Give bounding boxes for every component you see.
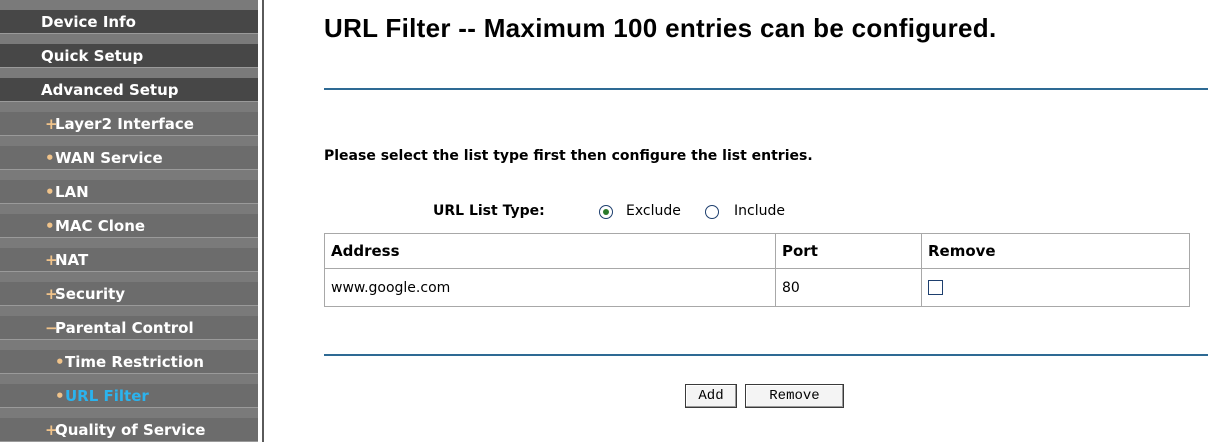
sidebar-item-label: Device Info xyxy=(41,13,136,31)
sidebar-item-layer2-interface[interactable]: +Layer2 Interface xyxy=(0,112,258,136)
remove-cell xyxy=(921,268,1190,307)
section-divider xyxy=(324,354,1208,356)
include-radio-label[interactable]: Include xyxy=(734,203,785,219)
url-filter-table: Address Port Remove www.google.com 80 xyxy=(324,233,1190,307)
sidebar-item-device-info[interactable]: Device Info xyxy=(0,10,258,34)
remove-checkbox[interactable] xyxy=(928,280,943,295)
page-title: URL Filter -- Maximum 100 entries can be… xyxy=(324,13,997,43)
sidebar-item-mac-clone[interactable]: •MAC Clone xyxy=(0,214,258,238)
sidebar-item-parental-control[interactable]: −Parental Control xyxy=(0,316,258,340)
exclude-radio-label[interactable]: Exclude xyxy=(626,203,681,219)
sidebar-item-url-filter[interactable]: •URL Filter xyxy=(0,384,258,408)
port-cell: 80 xyxy=(775,268,922,307)
collapse-minus-icon: − xyxy=(45,319,58,337)
sidebar-item-label: Time Restriction xyxy=(65,353,204,371)
column-header-address: Address xyxy=(324,233,776,269)
address-cell: www.google.com xyxy=(324,268,776,307)
sidebar-item-nat[interactable]: +NAT xyxy=(0,248,258,272)
bullet-icon: • xyxy=(55,387,65,405)
sidebar-nav: Device Info Quick Setup Advanced Setup +… xyxy=(0,0,258,442)
radio-selected-dot xyxy=(603,209,609,215)
expand-plus-icon: + xyxy=(45,285,58,303)
sidebar-item-label: Parental Control xyxy=(55,319,194,337)
sidebar-item-wan-service[interactable]: •WAN Service xyxy=(0,146,258,170)
bullet-icon: • xyxy=(45,183,55,201)
expand-plus-icon: + xyxy=(45,421,58,439)
expand-plus-icon: + xyxy=(45,115,58,133)
bullet-icon: • xyxy=(45,149,55,167)
sidebar-item-time-restriction[interactable]: •Time Restriction xyxy=(0,350,258,374)
sidebar-item-advanced-setup[interactable]: Advanced Setup xyxy=(0,78,258,102)
sidebar-item-label: Layer2 Interface xyxy=(55,115,194,133)
sidebar-item-quality-of-service[interactable]: +Quality of Service xyxy=(0,418,258,442)
sidebar-item-label: URL Filter xyxy=(65,387,149,405)
title-divider xyxy=(324,88,1208,90)
expand-plus-icon: + xyxy=(45,251,58,269)
sidebar-item-label: WAN Service xyxy=(55,149,163,167)
table-row: www.google.com 80 xyxy=(324,268,1190,307)
bullet-icon: • xyxy=(45,217,55,235)
bullet-icon: • xyxy=(55,353,65,371)
sidebar-item-label: Quality of Service xyxy=(55,421,206,439)
sidebar-item-label: NAT xyxy=(55,251,89,269)
url-list-type-label: URL List Type: xyxy=(433,203,545,219)
remove-button[interactable]: Remove xyxy=(745,384,844,408)
sidebar-item-label: MAC Clone xyxy=(55,217,146,235)
sidebar-item-label: LAN xyxy=(55,183,89,201)
sidebar-divider xyxy=(262,0,264,442)
exclude-radio[interactable] xyxy=(599,205,613,219)
sidebar-item-quick-setup[interactable]: Quick Setup xyxy=(0,44,258,68)
sidebar-item-label: Security xyxy=(55,285,126,303)
sidebar-item-lan[interactable]: •LAN xyxy=(0,180,258,204)
include-radio[interactable] xyxy=(705,205,719,219)
column-header-port: Port xyxy=(775,233,922,269)
sidebar-item-label: Advanced Setup xyxy=(41,81,179,99)
sidebar-item-label: Quick Setup xyxy=(41,47,144,65)
table-header-row: Address Port Remove xyxy=(324,233,1190,269)
sidebar-item-security[interactable]: +Security xyxy=(0,282,258,306)
column-header-remove: Remove xyxy=(921,233,1190,269)
instruction-text: Please select the list type first then c… xyxy=(324,148,813,164)
add-button[interactable]: Add xyxy=(685,384,737,408)
